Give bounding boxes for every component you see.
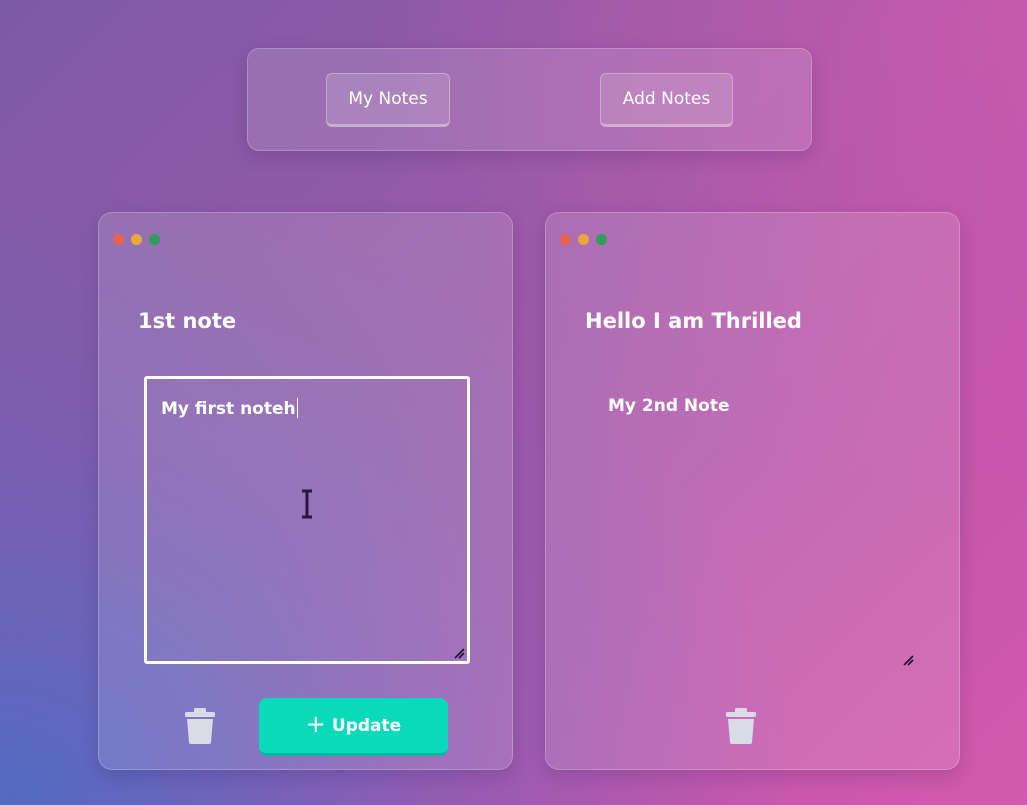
note-body-textarea[interactable]: My first noteh <box>144 376 470 664</box>
note-body-text: My first noteh <box>161 399 296 419</box>
note-body-textarea[interactable]: My 2nd Note <box>546 376 961 666</box>
update-button[interactable]: + Update <box>259 698 448 756</box>
note-title: 1st note <box>138 309 237 333</box>
window-dots <box>113 234 160 245</box>
trash-icon[interactable] <box>724 707 758 745</box>
resize-grip-icon[interactable] <box>453 647 465 659</box>
note-body-text: My 2nd Note <box>608 396 730 416</box>
note-card: 1st note My first noteh + Update <box>98 212 513 770</box>
red-dot-icon <box>113 234 124 245</box>
trash-icon[interactable] <box>183 707 217 745</box>
note-card: Hello I am Thrilled My 2nd Note <box>545 212 960 770</box>
navbar: My Notes Add Notes <box>247 48 812 151</box>
text-cursor-icon <box>302 489 312 519</box>
resize-grip-icon[interactable] <box>902 654 914 666</box>
green-dot-icon <box>596 234 607 245</box>
text-caret <box>296 398 298 418</box>
yellow-dot-icon <box>578 234 589 245</box>
red-dot-icon <box>560 234 571 245</box>
plus-icon: + <box>305 710 326 738</box>
add-notes-button[interactable]: Add Notes <box>600 73 733 127</box>
green-dot-icon <box>149 234 160 245</box>
note-title: Hello I am Thrilled <box>585 309 802 333</box>
yellow-dot-icon <box>131 234 142 245</box>
window-dots <box>560 234 607 245</box>
my-notes-button[interactable]: My Notes <box>326 73 450 127</box>
update-button-label: Update <box>331 715 402 736</box>
